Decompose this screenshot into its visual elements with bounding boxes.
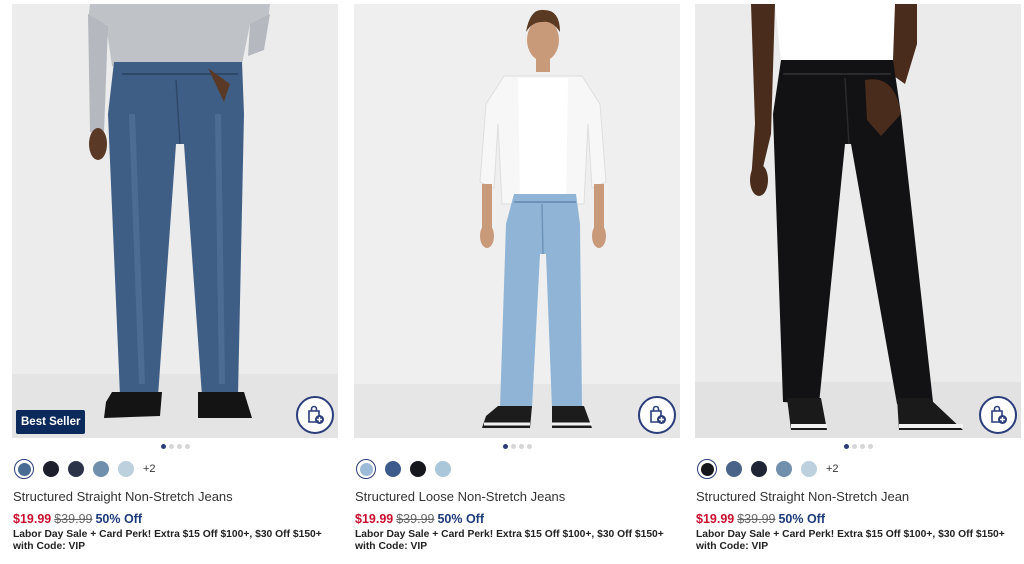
best-seller-badge: Best Seller [16,410,86,434]
add-to-bag-icon [991,405,1007,424]
discount-label: 50% Off [95,512,143,526]
product-card[interactable]: +2 Structured Straight Non-Stretch Jean … [695,4,1021,560]
color-swatch[interactable] [801,461,817,477]
price-row: $19.99 $39.99 50% Off [696,512,825,526]
color-swatch[interactable] [751,461,767,477]
pagination-dot[interactable] [851,444,857,449]
sale-price: $19.99 [696,512,735,526]
pagination-dot[interactable] [518,444,524,449]
pagination-dot[interactable] [526,444,532,449]
color-swatch-selected[interactable] [14,459,34,479]
pagination-dot[interactable] [176,444,182,449]
color-swatch-selected[interactable] [356,459,376,479]
add-to-bag-icon [650,405,666,424]
price-row: $19.99 $39.99 50% Off [13,512,142,526]
discount-label: 50% Off [437,512,485,526]
add-to-bag-icon [308,405,324,424]
image-pagination[interactable] [695,444,1021,449]
promo-text: Labor Day Sale + Card Perk! Extra $15 Of… [355,529,664,552]
color-swatch[interactable] [726,461,742,477]
product-image[interactable] [354,4,680,438]
product-grid: Best Seller +2 Structured Straight Non-S… [12,4,1022,560]
color-swatch[interactable] [385,461,401,477]
sale-price: $19.99 [13,512,52,526]
color-swatch-selected[interactable] [697,459,717,479]
pagination-dot[interactable] [168,444,174,449]
original-price: $39.99 [396,512,435,526]
pagination-dot[interactable] [843,444,849,449]
pagination-dot[interactable] [510,444,516,449]
color-swatch[interactable] [435,461,451,477]
product-image[interactable] [12,4,338,438]
product-name[interactable]: Structured Straight Non-Stretch Jeans [13,489,233,504]
original-price: $39.99 [737,512,776,526]
original-price: $39.99 [54,512,93,526]
color-swatches: +2 [697,459,839,479]
more-colors-link[interactable]: +2 [826,463,839,475]
add-to-bag-button[interactable] [296,396,334,434]
product-card[interactable]: Structured Loose Non-Stretch Jeans $19.9… [354,4,680,560]
pagination-dot[interactable] [867,444,873,449]
promo-text: Labor Day Sale + Card Perk! Extra $15 Of… [13,529,322,552]
image-pagination[interactable] [12,444,338,449]
promo-text: Labor Day Sale + Card Perk! Extra $15 Of… [696,529,1005,552]
color-swatch[interactable] [43,461,59,477]
sale-price: $19.99 [355,512,394,526]
product-name[interactable]: Structured Straight Non-Stretch Jean [696,489,909,504]
pagination-dot[interactable] [502,444,508,449]
add-to-bag-button[interactable] [979,396,1017,434]
product-image[interactable] [695,4,1021,438]
more-colors-link[interactable]: +2 [143,463,156,475]
pagination-dot[interactable] [184,444,190,449]
pagination-dot[interactable] [160,444,166,449]
color-swatch[interactable] [410,461,426,477]
product-name[interactable]: Structured Loose Non-Stretch Jeans [355,489,565,504]
color-swatch[interactable] [776,461,792,477]
color-swatches: +2 [14,459,156,479]
image-pagination[interactable] [354,444,680,449]
add-to-bag-button[interactable] [638,396,676,434]
color-swatches [356,459,451,479]
color-swatch[interactable] [93,461,109,477]
product-card[interactable]: Best Seller +2 Structured Straight Non-S… [12,4,338,560]
price-row: $19.99 $39.99 50% Off [355,512,484,526]
color-swatch[interactable] [68,461,84,477]
color-swatch[interactable] [118,461,134,477]
discount-label: 50% Off [778,512,826,526]
pagination-dot[interactable] [859,444,865,449]
